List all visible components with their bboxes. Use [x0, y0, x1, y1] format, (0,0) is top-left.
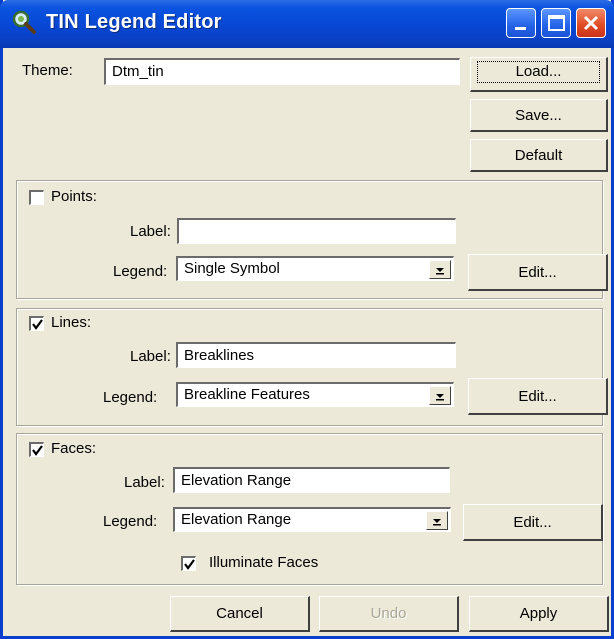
- points-edit-label: Edit...: [518, 264, 557, 281]
- minimize-icon: [515, 27, 526, 30]
- window-title: TIN Legend Editor: [46, 11, 222, 33]
- faces-edit-label: Edit...: [513, 514, 552, 531]
- lines-label-input[interactable]: Breaklines: [176, 342, 456, 368]
- points-legend-value: Single Symbol: [184, 260, 280, 277]
- lines-title: Lines:: [51, 314, 92, 331]
- cancel-button[interactable]: Cancel: [170, 596, 310, 632]
- app-magnifier-icon: [10, 8, 38, 36]
- checkmark-icon: [32, 445, 43, 456]
- apply-button-label: Apply: [519, 605, 558, 622]
- faces-checkbox[interactable]: [29, 442, 44, 457]
- checkmark-icon: [184, 559, 195, 570]
- points-title: Points:: [51, 188, 97, 205]
- lines-checkbox[interactable]: [29, 316, 44, 331]
- illuminate-faces-label: Illuminate Faces: [209, 554, 319, 571]
- points-legend-select[interactable]: Single Symbol: [176, 256, 454, 281]
- chevron-down-icon[interactable]: [429, 386, 451, 405]
- tin-legend-editor-window: TIN Legend Editor Theme: Dtm_tin Load...…: [0, 0, 614, 639]
- points-label-caption: Label:: [130, 223, 171, 240]
- faces-title: Faces:: [51, 440, 97, 457]
- theme-input[interactable]: Dtm_tin: [104, 58, 460, 85]
- lines-legend-value: Breakline Features: [184, 386, 310, 403]
- cancel-button-label: Cancel: [216, 605, 263, 622]
- title-bar[interactable]: TIN Legend Editor: [0, 0, 614, 48]
- points-checkbox[interactable]: [29, 190, 44, 205]
- faces-edit-button[interactable]: Edit...: [463, 504, 603, 541]
- save-button-label: Save...: [515, 107, 562, 124]
- minimize-button[interactable]: [506, 8, 536, 38]
- save-button[interactable]: Save...: [470, 99, 608, 132]
- apply-button[interactable]: Apply: [469, 596, 609, 632]
- points-legend-caption: Legend:: [113, 263, 168, 280]
- undo-button[interactable]: Undo: [319, 596, 459, 632]
- faces-legend-value: Elevation Range: [181, 511, 292, 528]
- lines-legend-select[interactable]: Breakline Features: [176, 382, 454, 407]
- lines-edit-button[interactable]: Edit...: [468, 378, 608, 415]
- points-label-input[interactable]: [177, 218, 456, 244]
- load-button[interactable]: Load...: [470, 57, 608, 92]
- chevron-down-icon[interactable]: [429, 260, 451, 279]
- lines-edit-label: Edit...: [518, 388, 557, 405]
- points-edit-button[interactable]: Edit...: [468, 254, 608, 291]
- default-button[interactable]: Default: [470, 139, 608, 172]
- chevron-down-icon[interactable]: [426, 511, 448, 530]
- lines-legend-caption: Legend:: [103, 389, 158, 406]
- lines-label-caption: Label:: [130, 348, 171, 365]
- illuminate-faces-checkbox[interactable]: [181, 556, 196, 571]
- load-button-label: Load...: [477, 61, 600, 83]
- faces-legend-caption: Legend:: [103, 513, 158, 530]
- faces-label-input[interactable]: Elevation Range: [173, 467, 450, 493]
- faces-label-caption: Label:: [124, 474, 165, 491]
- close-icon: [583, 15, 599, 31]
- close-button[interactable]: [576, 8, 606, 38]
- maximize-button[interactable]: [541, 8, 571, 38]
- default-button-label: Default: [514, 147, 563, 164]
- undo-button-label: Undo: [370, 605, 407, 622]
- maximize-icon: [548, 15, 565, 31]
- checkmark-icon: [32, 319, 43, 330]
- theme-label: Theme:: [22, 62, 73, 79]
- faces-legend-select[interactable]: Elevation Range: [173, 507, 451, 532]
